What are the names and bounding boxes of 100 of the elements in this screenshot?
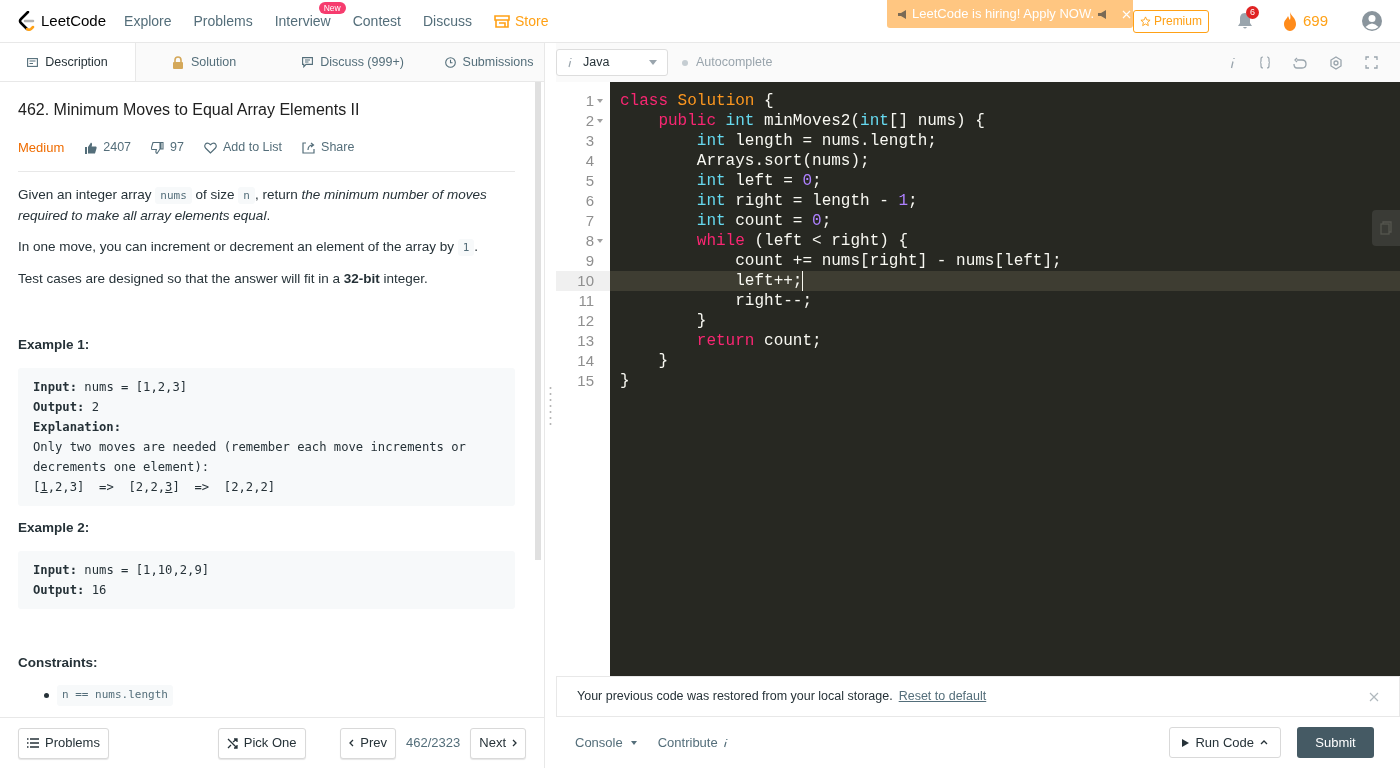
drag-handle-icon[interactable] xyxy=(549,385,552,426)
info-icon[interactable] xyxy=(1229,56,1237,69)
banner-text: LeetCode is hiring! Apply NOW. xyxy=(912,5,1095,24)
example-line: Only two moves are needed (remember each move increments or decrements one element): xyxy=(33,438,467,476)
language-select[interactable]: Java xyxy=(556,49,668,76)
example-heading: Example 1: xyxy=(18,335,91,354)
code-line: return count; xyxy=(695,331,822,351)
nav-link[interactable]: Problems xyxy=(193,10,253,32)
code-line: count += nums[right] - nums[left]; xyxy=(734,251,1062,271)
problems-button[interactable]: Problems xyxy=(18,727,109,759)
line-number: 7 xyxy=(585,210,594,231)
example-line: Output: 2 xyxy=(33,398,101,416)
logo-text[interactable]: LeetCode xyxy=(41,9,107,33)
dislike-button[interactable]: 97 xyxy=(151,138,184,158)
prev-button[interactable]: Prev xyxy=(340,727,397,759)
scrollbar[interactable] xyxy=(535,82,541,560)
code-line: class Solution { xyxy=(620,91,774,111)
description-paragraph: Test cases are designed so that the answer will fit in a 32-bit integer. xyxy=(18,269,429,288)
line-number: 11 xyxy=(578,290,594,311)
nav-link[interactable]: Discuss xyxy=(422,10,472,32)
braces-icon[interactable] xyxy=(1259,56,1271,69)
comment-icon xyxy=(302,56,314,68)
info-icon xyxy=(567,57,573,68)
tab[interactable]: Solution xyxy=(136,43,272,81)
constraints-heading: Constraints: xyxy=(18,654,99,672)
code-line: public int minMoves2(int[] nums) { xyxy=(657,111,985,131)
side-tab[interactable] xyxy=(1372,210,1400,246)
bullet-icon xyxy=(44,693,49,698)
fold-icon[interactable] xyxy=(597,99,603,103)
share-icon xyxy=(302,141,316,154)
reset-link[interactable]: Reset to default xyxy=(898,687,987,706)
line-number: 12 xyxy=(577,310,594,331)
run-code-button[interactable]: Run Code xyxy=(1169,727,1281,758)
flame-icon xyxy=(1282,11,1297,31)
contribute-button[interactable]: Contribute xyxy=(657,732,728,753)
line-number: 15 xyxy=(577,370,594,391)
thumbs-up-icon xyxy=(84,141,98,154)
description-paragraph: In one move, you can increment or decrement an element of the array by 1 . xyxy=(18,237,480,258)
thumbs-down-icon xyxy=(151,141,165,154)
code-line: left++; xyxy=(734,271,803,291)
heart-icon xyxy=(203,141,217,154)
caret-icon xyxy=(649,60,657,65)
settings-icon[interactable] xyxy=(1329,55,1343,70)
code-line: int left = 0; xyxy=(695,171,822,191)
console-button[interactable]: Console xyxy=(575,732,637,753)
nav-link[interactable]: Contest xyxy=(352,10,401,32)
logo-icon xyxy=(18,11,36,31)
example-line: Input: nums = [1,10,2,9] xyxy=(33,562,211,579)
problem-title: 462. Minimum Moves to Equal Array Elements II xyxy=(18,100,361,120)
line-number: 8 xyxy=(585,230,594,251)
code-line: } xyxy=(695,311,707,331)
like-button[interactable]: 2407 xyxy=(84,138,132,158)
fold-icon[interactable] xyxy=(597,239,603,243)
reset-icon[interactable] xyxy=(1293,56,1307,69)
description-paragraph: Given an integer array nums of size n , return the minimum number of moves required to make all array elements equal. xyxy=(18,185,488,225)
document-icon xyxy=(27,57,39,67)
tab[interactable]: Description xyxy=(0,43,136,81)
chevron-left-icon xyxy=(349,739,355,747)
notice-text: Your previous code was restored from your local storage. xyxy=(577,688,893,706)
line-number: 9 xyxy=(585,250,594,271)
problem-position: 462/2323 xyxy=(406,734,461,753)
info-icon xyxy=(722,737,728,748)
line-number: 14 xyxy=(577,350,594,371)
fullscreen-icon[interactable] xyxy=(1365,56,1378,69)
code-line: int right = length - 1; xyxy=(695,191,918,211)
list-icon xyxy=(27,738,39,748)
add-to-list-button[interactable]: Add to List xyxy=(203,138,283,158)
line-number: 1 xyxy=(585,90,594,111)
difficulty-label: Medium xyxy=(18,139,65,157)
chevron-right-icon xyxy=(512,739,517,747)
example-line: [1,2,3] => [2,2,3] => [2,2,2] xyxy=(33,478,277,496)
close-icon[interactable] xyxy=(1369,691,1379,702)
streak-count: 699 xyxy=(1302,10,1328,31)
tab[interactable]: Submissions xyxy=(434,43,544,81)
new-badge: New xyxy=(318,1,346,14)
shuffle-icon xyxy=(226,737,238,749)
code-line: int count = 0; xyxy=(695,211,832,231)
nav-link[interactable]: Explore xyxy=(124,10,172,32)
play-icon xyxy=(1182,738,1190,747)
avatar-icon[interactable] xyxy=(1362,11,1382,31)
line-number: 4 xyxy=(585,150,594,171)
constraint-code: n == nums.length xyxy=(57,685,173,706)
share-button[interactable]: Share xyxy=(302,138,355,158)
line-number: 2 xyxy=(585,110,594,131)
code-line: while (left < right) { xyxy=(695,231,909,251)
lock-icon xyxy=(171,55,184,69)
notification-badge: 6 xyxy=(1245,6,1259,19)
code-editor[interactable] xyxy=(610,82,1400,676)
line-number: 10 xyxy=(577,270,594,291)
copy-icon xyxy=(1380,221,1392,235)
next-button[interactable]: Next xyxy=(470,727,526,759)
submit-button[interactable]: Submit xyxy=(1297,727,1374,758)
store-icon xyxy=(493,14,510,28)
pick-one-button[interactable]: Pick One xyxy=(217,727,306,759)
code-line: right--; xyxy=(734,291,813,311)
tab[interactable]: Discuss (999+) xyxy=(272,43,434,81)
example-line: Explanation: xyxy=(33,418,123,436)
fold-icon[interactable] xyxy=(597,119,603,123)
chevron-up-icon xyxy=(1260,740,1268,745)
example-line: Output: 16 xyxy=(33,582,108,599)
